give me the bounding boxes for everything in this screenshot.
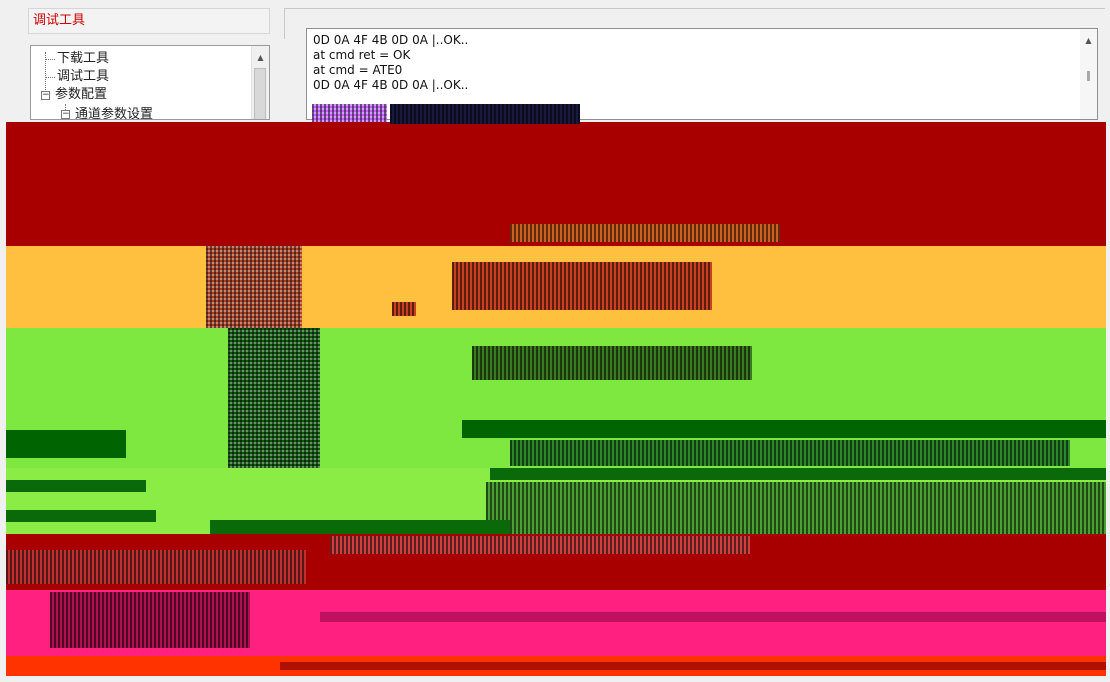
glitch-noise: [6, 550, 306, 584]
tree-item-download-tool[interactable]: 下载工具: [57, 51, 109, 67]
tree-connector: [45, 59, 55, 60]
scrollbar-thumb[interactable]: [254, 68, 266, 119]
glitch-noise: [486, 482, 1106, 534]
tree-item-parameter-config[interactable]: 参数配置: [55, 87, 107, 103]
glitch-noise: [490, 468, 1106, 480]
scroll-up-icon[interactable]: ▲: [252, 50, 269, 66]
tree-item-label: 参数配置: [55, 87, 108, 102]
glitch-noise: [50, 592, 250, 648]
tree-item-channel-settings[interactable]: 通道参数设置: [75, 107, 154, 120]
tree-item-label: 通道参数设置: [75, 107, 154, 120]
tree-item-label: 下载工具: [57, 51, 110, 66]
glitch-noise: [510, 440, 1070, 466]
glitch-noise: [210, 520, 510, 534]
panel-title: 调试工具: [28, 8, 270, 34]
log-line: 0D 0A 4F 4B 0D 0A |..OK..: [313, 33, 469, 47]
glitch-noise: [320, 612, 1106, 622]
function-tree[interactable]: 下载工具 调试工具 − 参数配置 − 通道参数设置 ▲: [30, 45, 270, 120]
glitch-noise: [6, 510, 156, 522]
tree-item-label: 调试工具: [57, 69, 110, 84]
glitch-noise: [462, 420, 1106, 438]
glitch-noise: [392, 302, 416, 316]
scrollbar-thumb[interactable]: [1087, 71, 1090, 81]
glitch-noise: [6, 430, 126, 458]
tree-connector: [45, 77, 55, 78]
log-line: at cmd = ATE0: [313, 63, 403, 77]
glitch-noise: [312, 104, 387, 122]
collapse-icon[interactable]: −: [61, 110, 70, 119]
collapse-icon[interactable]: −: [41, 91, 50, 100]
glitch-noise: [330, 536, 750, 554]
panel-title-text: 调试工具: [33, 13, 86, 28]
glitch-noise: [206, 246, 302, 328]
log-line: at cmd ret = OK: [313, 48, 411, 62]
glitch-noise: [280, 662, 1106, 670]
glitch-noise: [390, 104, 580, 124]
glitch-noise: [6, 480, 146, 492]
log-scrollbar[interactable]: ▲: [1080, 29, 1097, 119]
tree-scrollbar[interactable]: ▲: [251, 46, 269, 119]
glitch-noise: [228, 328, 320, 468]
glitch-noise: [472, 346, 752, 380]
scroll-up-icon[interactable]: ▲: [1080, 33, 1097, 49]
glitch-noise: [510, 224, 780, 242]
log-line: 0D 0A 4F 4B 0D 0A |..OK..: [313, 78, 469, 92]
tree-item-debug-tool[interactable]: 调试工具: [57, 69, 109, 85]
glitch-noise: [452, 262, 712, 310]
